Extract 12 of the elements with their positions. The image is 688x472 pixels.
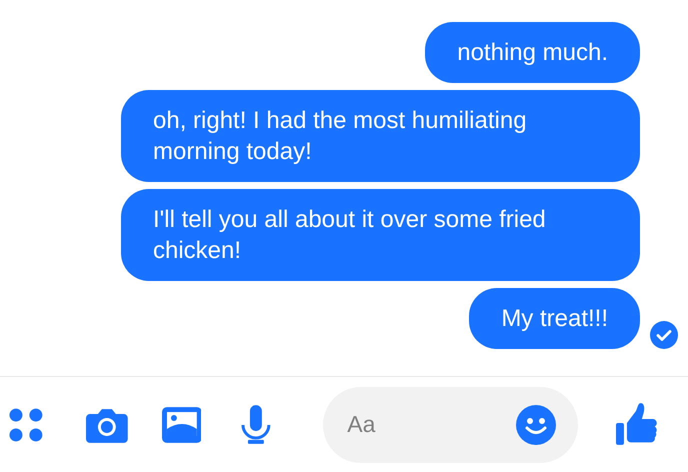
apps-icon[interactable] <box>8 406 44 442</box>
camera-icon[interactable] <box>86 406 128 442</box>
image-icon[interactable] <box>162 406 202 442</box>
message-bubble: nothing much. <box>425 22 640 83</box>
message-input[interactable]: Aa <box>347 407 516 442</box>
message-bubble: oh, right! I had the most humiliating morning today! <box>121 90 640 182</box>
thumbs-up-icon[interactable] <box>616 402 658 446</box>
smiley-icon[interactable] <box>516 404 556 444</box>
microphone-icon[interactable] <box>241 404 272 444</box>
message-bubble: I'll tell you all about it over some fried chicken! <box>121 189 640 281</box>
message-bubble: My treat!!! <box>469 288 640 349</box>
message-field[interactable]: Aa <box>323 386 578 462</box>
